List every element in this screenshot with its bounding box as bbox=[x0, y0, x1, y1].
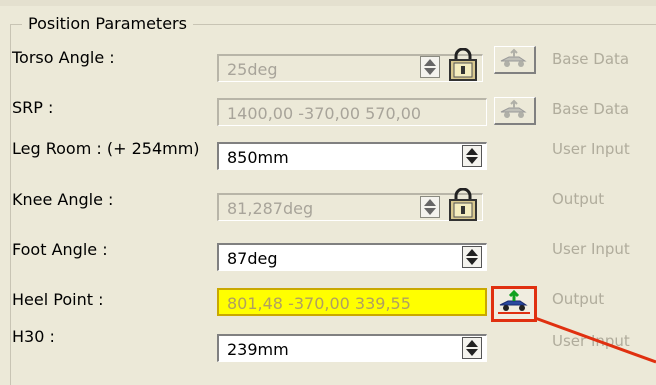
annotation-arrow bbox=[534, 316, 656, 364]
